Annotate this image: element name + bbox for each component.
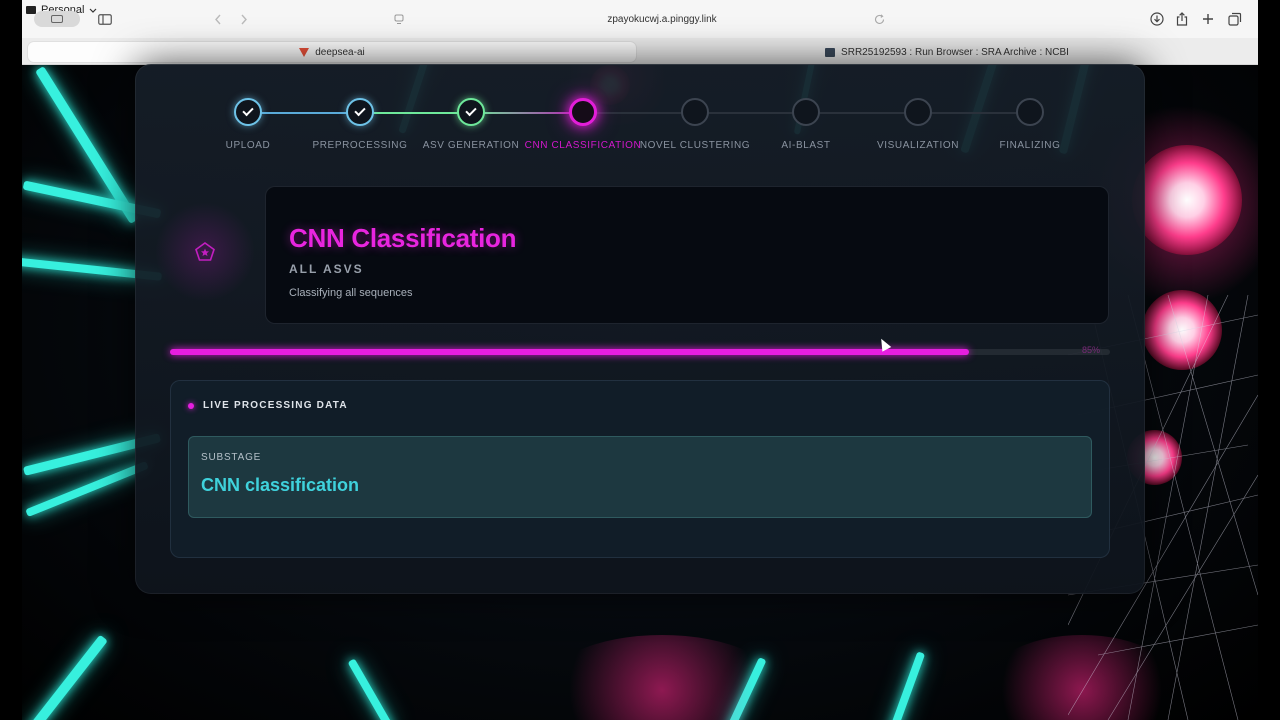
- profile-icon: [26, 6, 36, 14]
- live-heading: LIVE PROCESSING DATA: [188, 400, 348, 411]
- tabs-overview-icon: [1228, 12, 1242, 26]
- step-circle: [1016, 98, 1044, 126]
- step-circle: [346, 98, 374, 126]
- back-button[interactable]: [214, 10, 222, 28]
- step-label: AI-BLAST: [781, 140, 831, 151]
- substage-label: SUBSTAGE: [201, 452, 262, 463]
- page-menu-button[interactable]: [394, 10, 404, 28]
- neon-beam: [886, 651, 926, 720]
- step-circle: [234, 98, 262, 126]
- stage-description: Classifying all sequences: [289, 287, 413, 299]
- step-label: NOVEL CLUSTERING: [639, 140, 751, 151]
- step-label: ASV GENERATION: [422, 140, 520, 151]
- progress-bar: 85%: [170, 345, 1110, 355]
- address-bar[interactable]: zpayokucwj.a.pinggy.link: [422, 10, 902, 28]
- tab-overview-icon: [51, 15, 63, 23]
- tab-deepsea-ai[interactable]: deepsea-ai: [28, 42, 636, 62]
- step-circle: [792, 98, 820, 126]
- chevron-left-icon: [215, 14, 221, 24]
- step-label: VISUALIZATION: [876, 140, 960, 151]
- favicon-ncbi-icon: [825, 47, 836, 57]
- reload-icon: [874, 13, 885, 24]
- browser-toolbar: Personal zpayokucwj.a.pinggy.link: [22, 0, 1258, 38]
- new-tab-button[interactable]: [1202, 10, 1214, 28]
- pentagon-star-icon: [193, 240, 217, 264]
- progress-fill: [170, 349, 969, 355]
- pipeline-panel: UPLOAD PREPROCESSING ASV GENERATION CNN …: [135, 64, 1145, 594]
- share-button[interactable]: [1176, 10, 1188, 28]
- step-label: UPLOAD: [225, 140, 271, 151]
- tab-overview-button[interactable]: [34, 11, 80, 27]
- tab-label: deepsea-ai: [315, 46, 365, 58]
- live-heading-label: LIVE PROCESSING DATA: [203, 400, 348, 411]
- sidebar-icon: [98, 13, 112, 25]
- live-indicator-dot: [188, 402, 194, 409]
- stage-title: CNN Classification: [289, 223, 517, 253]
- pink-orb: [1132, 145, 1242, 255]
- neon-beam: [347, 658, 395, 720]
- step-circle: [569, 98, 597, 126]
- page-settings-icon: [394, 14, 404, 24]
- forward-button[interactable]: [240, 10, 248, 28]
- favicon-triangle-icon: [299, 47, 310, 57]
- chevron-right-icon: [241, 14, 247, 24]
- downloads-button[interactable]: [1150, 10, 1164, 28]
- sidebar-toggle-button[interactable]: [98, 10, 112, 28]
- step-asv-generation[interactable]: ASV GENERATION: [416, 98, 526, 151]
- progress-percent: 85%: [1081, 345, 1100, 355]
- step-circle: [904, 98, 932, 126]
- step-circle: [457, 98, 485, 126]
- pipeline-stepper: UPLOAD PREPROCESSING ASV GENERATION CNN …: [135, 64, 1145, 164]
- plus-icon: [1203, 14, 1213, 24]
- step-visualization[interactable]: VISUALIZATION: [863, 98, 973, 151]
- tab-label: SRR25192593 : Run Browser : SRA Archive …: [841, 46, 1069, 58]
- live-processing-panel: LIVE PROCESSING DATA SUBSTAGE CNN classi…: [170, 380, 1110, 558]
- substage-card: SUBSTAGE CNN classification: [188, 436, 1092, 518]
- share-icon: [1176, 12, 1188, 26]
- chevron-down-icon: [89, 8, 97, 13]
- reload-button[interactable]: [874, 10, 885, 28]
- step-preprocessing[interactable]: PREPROCESSING: [305, 98, 415, 151]
- show-tabs-button[interactable]: [1228, 10, 1242, 28]
- stage-subtitle: ALL ASVS: [289, 262, 364, 276]
- magenta-glow: [542, 635, 782, 720]
- step-circle: [681, 98, 709, 126]
- check-icon: [465, 104, 477, 117]
- step-novel-clustering[interactable]: NOVEL CLUSTERING: [640, 98, 750, 151]
- download-icon: [1150, 12, 1164, 26]
- step-cnn-classification[interactable]: CNN CLASSIFICATION: [525, 98, 641, 151]
- neon-beam: [26, 634, 108, 720]
- step-label: FINALIZING: [999, 140, 1061, 151]
- substage-value: CNN classification: [201, 475, 360, 495]
- current-stage-card: CNN Classification ALL ASVS Classifying …: [265, 186, 1109, 324]
- browser-window: Personal zpayokucwj.a.pinggy.link deepse…: [22, 0, 1258, 720]
- step-finalizing[interactable]: FINALIZING: [975, 98, 1085, 151]
- check-icon: [242, 104, 254, 117]
- step-label: CNN CLASSIFICATION: [524, 140, 642, 151]
- step-label: PREPROCESSING: [312, 140, 408, 151]
- check-icon: [354, 104, 366, 117]
- step-ai-blast[interactable]: AI-BLAST: [751, 98, 861, 151]
- step-upload[interactable]: UPLOAD: [193, 98, 303, 151]
- tab-ncbi-sra[interactable]: SRR25192593 : Run Browser : SRA Archive …: [642, 42, 1252, 62]
